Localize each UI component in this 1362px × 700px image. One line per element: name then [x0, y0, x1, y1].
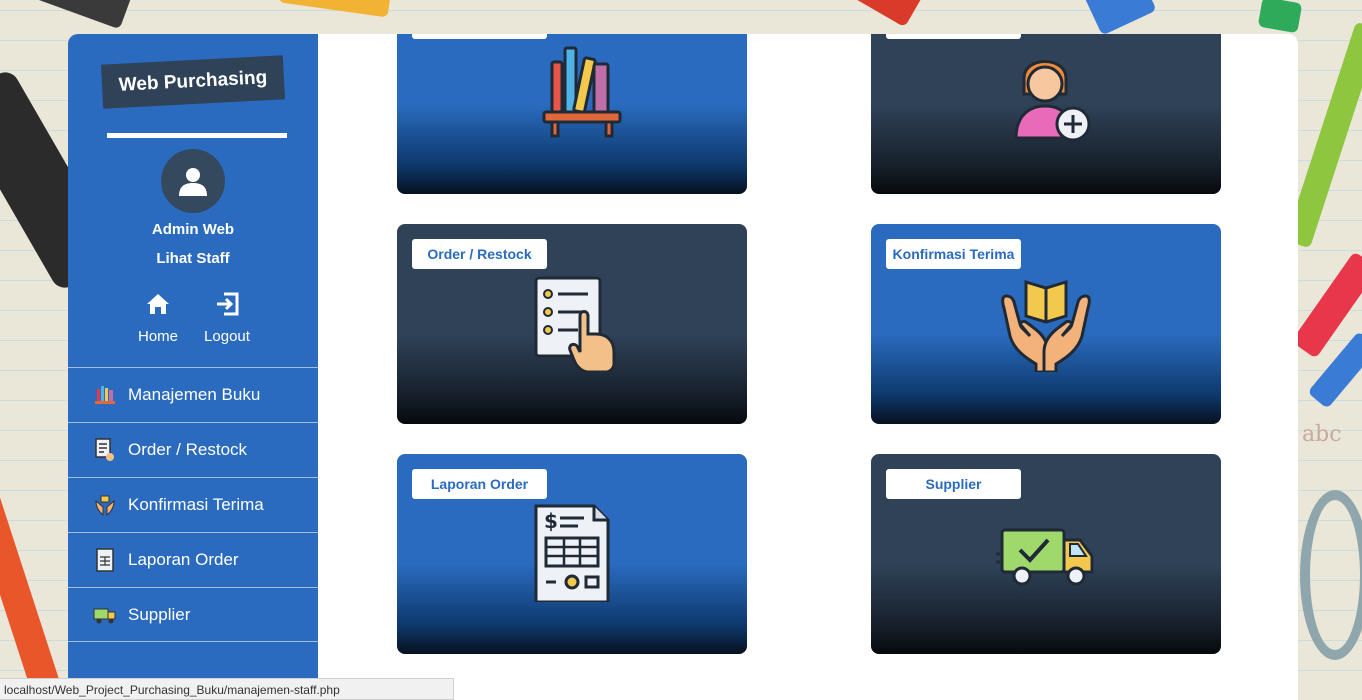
card-laporan-order[interactable]: Laporan Order $	[397, 454, 747, 654]
card-label: Supplier	[886, 469, 1021, 499]
sidebar-item-label: Order / Restock	[128, 440, 248, 459]
truck-icon	[92, 603, 118, 627]
crayon-decoration	[1257, 0, 1303, 34]
sidebar-item-laporan-order[interactable]: Laporan Order	[68, 532, 318, 587]
card-supplier[interactable]: Supplier	[871, 454, 1221, 654]
crayon-decoration	[278, 0, 392, 18]
browser-status-url: localhost/Web_Project_Purchasing_Buku/ma…	[0, 678, 454, 700]
divider	[107, 133, 287, 138]
card-label: Order / Restock	[412, 239, 547, 269]
card-manajemen-buku[interactable]	[397, 34, 747, 194]
view-staff-link[interactable]: Lihat Staff	[68, 250, 318, 267]
checklist-icon	[92, 438, 118, 462]
crayon-decoration	[6, 0, 134, 30]
card-label: Laporan Order	[412, 469, 547, 499]
sidebar-menu: Manajemen Buku Order / Restock Konfirmas…	[68, 367, 318, 642]
card-label: Konfirmasi Terima	[886, 239, 1021, 269]
sidebar-item-label: Laporan Order	[128, 550, 239, 569]
bookshelf-icon	[522, 39, 622, 144]
checklist-icon	[522, 269, 622, 374]
svg-text:$: $	[544, 509, 558, 533]
home-icon	[147, 294, 169, 314]
sidebar-item-label: Konfirmasi Terima	[128, 495, 264, 514]
logout-button[interactable]: Logout	[192, 288, 262, 345]
crayon-decoration	[1083, 0, 1157, 36]
hands-book-icon	[996, 269, 1096, 374]
ring-decoration	[1300, 490, 1362, 660]
brand-title[interactable]: Web Purchasing	[100, 55, 286, 109]
card-manajemen-staff[interactable]	[871, 34, 1221, 194]
logout-label: Logout	[204, 328, 250, 345]
home-label: Home	[137, 328, 178, 345]
home-button[interactable]: Home	[123, 288, 193, 345]
sidebar-item-supplier[interactable]: Supplier	[68, 587, 318, 642]
crayon-decoration	[835, 0, 925, 28]
crayon-decoration	[0, 295, 65, 700]
sidebar: Web Purchasing Admin Web Lihat Staff Hom…	[68, 34, 318, 700]
bookshelf-icon	[92, 383, 118, 407]
sidebar-item-label: Manajemen Buku	[128, 385, 261, 404]
abc-decoration: abc	[1302, 422, 1342, 447]
sidebar-item-label: Supplier	[128, 604, 191, 624]
logout-icon	[217, 292, 239, 316]
add-user-icon	[996, 39, 1096, 144]
user-name: Admin Web	[151, 221, 235, 238]
invoice-icon	[92, 548, 118, 572]
card-order-restock[interactable]: Order / Restock	[397, 224, 747, 424]
sidebar-item-order-restock[interactable]: Order / Restock	[68, 422, 318, 477]
truck-icon	[996, 499, 1096, 604]
user-icon	[179, 168, 207, 196]
sidebar-item-manajemen-buku[interactable]: Manajemen Buku	[68, 367, 318, 422]
sidebar-item-konfirmasi-terima[interactable]: Konfirmasi Terima	[68, 477, 318, 532]
avatar	[161, 149, 225, 213]
app-window: Web Purchasing Admin Web Lihat Staff Hom…	[68, 34, 1298, 700]
card-konfirmasi-terima[interactable]: Konfirmasi Terima	[871, 224, 1221, 424]
invoice-icon: $	[522, 499, 622, 604]
hands-book-icon	[92, 493, 118, 517]
